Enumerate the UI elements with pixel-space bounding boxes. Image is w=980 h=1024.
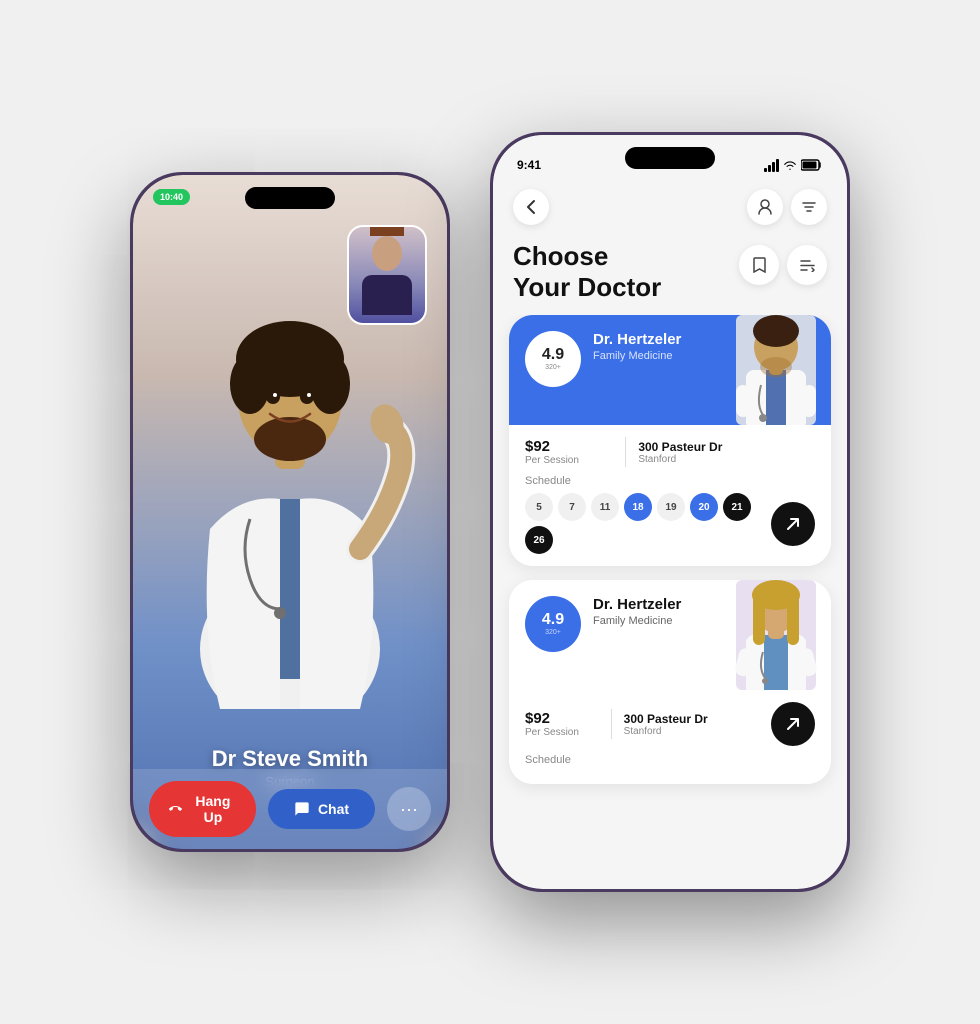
go-button-1[interactable] [771, 502, 815, 546]
phone-icon [169, 801, 182, 817]
battery-icon [801, 159, 823, 171]
back-button[interactable] [513, 189, 549, 225]
price-location-1: $92 Per Session 300 Pasteur Dr Stanford [525, 437, 815, 467]
arrow-icon-1 [785, 516, 801, 532]
price-block-1: $92 Per Session [525, 438, 613, 466]
left-screen: 10:40 [133, 175, 447, 849]
card-bottom-2: $92 Per Session 300 Pasteur Dr Stanford [509, 690, 831, 784]
schedule-dates-1: 5 7 11 18 19 20 21 26 [525, 493, 771, 554]
doctor-illustration-2 [731, 580, 821, 690]
chat-button[interactable]: Chat [268, 789, 375, 829]
price-label-1: Per Session [525, 455, 613, 466]
status-bar-left: 10:40 [153, 189, 190, 205]
status-time-left: 10:40 [153, 189, 190, 205]
bookmark-icon [753, 257, 766, 273]
doctor-photo-1 [731, 315, 821, 425]
rating-num-2: 4.9 [542, 612, 564, 628]
price-divider-2 [611, 709, 612, 739]
address-2: 300 Pasteur Dr [624, 712, 771, 726]
header-actions [739, 245, 827, 285]
caller-video [349, 227, 425, 323]
card-bottom-1: $92 Per Session 300 Pasteur Dr Stanford … [509, 425, 831, 566]
date-11[interactable]: 11 [591, 493, 619, 521]
more-button[interactable]: ··· [387, 787, 431, 831]
price-1: $92 [525, 438, 613, 455]
date-20[interactable]: 20 [690, 493, 718, 521]
price-block-2: $92 Per Session [525, 710, 599, 738]
doctor-cards-list: 4.9 320+ Dr. Hertzeler Family Medicine [493, 315, 847, 889]
status-icons [764, 159, 823, 172]
doctor-photo-2 [731, 580, 821, 690]
profile-button[interactable] [747, 189, 783, 225]
rating-badge-2: 4.9 320+ [525, 596, 581, 652]
nav-action-icons [747, 189, 827, 225]
schedule-label-1: Schedule [525, 475, 815, 487]
date-19[interactable]: 19 [657, 493, 685, 521]
price-2: $92 [525, 710, 599, 727]
bookmark-button[interactable] [739, 245, 779, 285]
card-top-featured: 4.9 320+ Dr. Hertzeler Family Medicine [509, 315, 831, 425]
price-divider-1 [625, 437, 626, 467]
status-time-right: 9:41 [517, 158, 541, 172]
signal-icon [764, 159, 779, 172]
back-icon [526, 199, 536, 215]
filter-icon [802, 200, 816, 214]
chat-icon [294, 801, 310, 817]
profile-icon [758, 199, 772, 215]
rating-badge-1: 4.9 320+ [525, 331, 581, 387]
location-block-1: 300 Pasteur Dr Stanford [638, 440, 815, 465]
date-18[interactable]: 18 [624, 493, 652, 521]
sort-icon [800, 259, 815, 272]
doctor-card-2[interactable]: 4.9 320+ Dr. Hertzeler Family Medicine [509, 580, 831, 784]
page-header: ChooseYour Doctor [493, 233, 847, 315]
city-1: Stanford [638, 454, 815, 465]
caller-hair [370, 225, 404, 236]
address-1: 300 Pasteur Dr [638, 440, 815, 454]
price-label-2: Per Session [525, 727, 599, 738]
caller-body [362, 275, 412, 315]
doctor-card-1[interactable]: 4.9 320+ Dr. Hertzeler Family Medicine [509, 315, 831, 566]
rating-num-1: 4.9 [542, 347, 564, 363]
date-21[interactable]: 21 [723, 493, 751, 521]
more-label: ··· [400, 799, 418, 820]
wifi-icon [783, 160, 797, 171]
nav-bar [493, 181, 847, 233]
card-top-regular: 4.9 320+ Dr. Hertzeler Family Medicine [509, 580, 831, 690]
page-title: ChooseYour Doctor [513, 241, 661, 303]
go-button-2[interactable] [771, 702, 815, 746]
location-block-2: 300 Pasteur Dr Stanford [624, 712, 771, 737]
right-screen: 9:41 [493, 135, 847, 889]
left-phone: 10:40 [130, 172, 450, 852]
dynamic-island-right [625, 147, 715, 169]
schedule-row-1: 5 7 11 18 19 20 21 26 [525, 493, 815, 554]
filter-button[interactable] [791, 189, 827, 225]
action-bar: Hang Up Chat ··· [133, 769, 447, 849]
arrow-icon-2 [785, 716, 801, 732]
date-7[interactable]: 7 [558, 493, 586, 521]
hang-up-button[interactable]: Hang Up [149, 781, 256, 837]
chat-label: Chat [318, 801, 349, 817]
rating-count-2: 320+ [545, 629, 561, 636]
small-video-thumbnail [347, 225, 427, 325]
dynamic-island-left [245, 187, 335, 209]
sort-button[interactable] [787, 245, 827, 285]
caller-head [372, 236, 402, 271]
price-location-2: $92 Per Session 300 Pasteur Dr Stanford [525, 702, 815, 746]
date-5[interactable]: 5 [525, 493, 553, 521]
schedule-label-2: Schedule [525, 754, 815, 766]
hang-up-label: Hang Up [190, 793, 236, 825]
doctor-illustration-1 [731, 315, 821, 425]
rating-count-1: 320+ [545, 364, 561, 371]
city-2: Stanford [624, 726, 771, 737]
right-phone: 9:41 [490, 132, 850, 892]
date-26[interactable]: 26 [525, 526, 553, 554]
